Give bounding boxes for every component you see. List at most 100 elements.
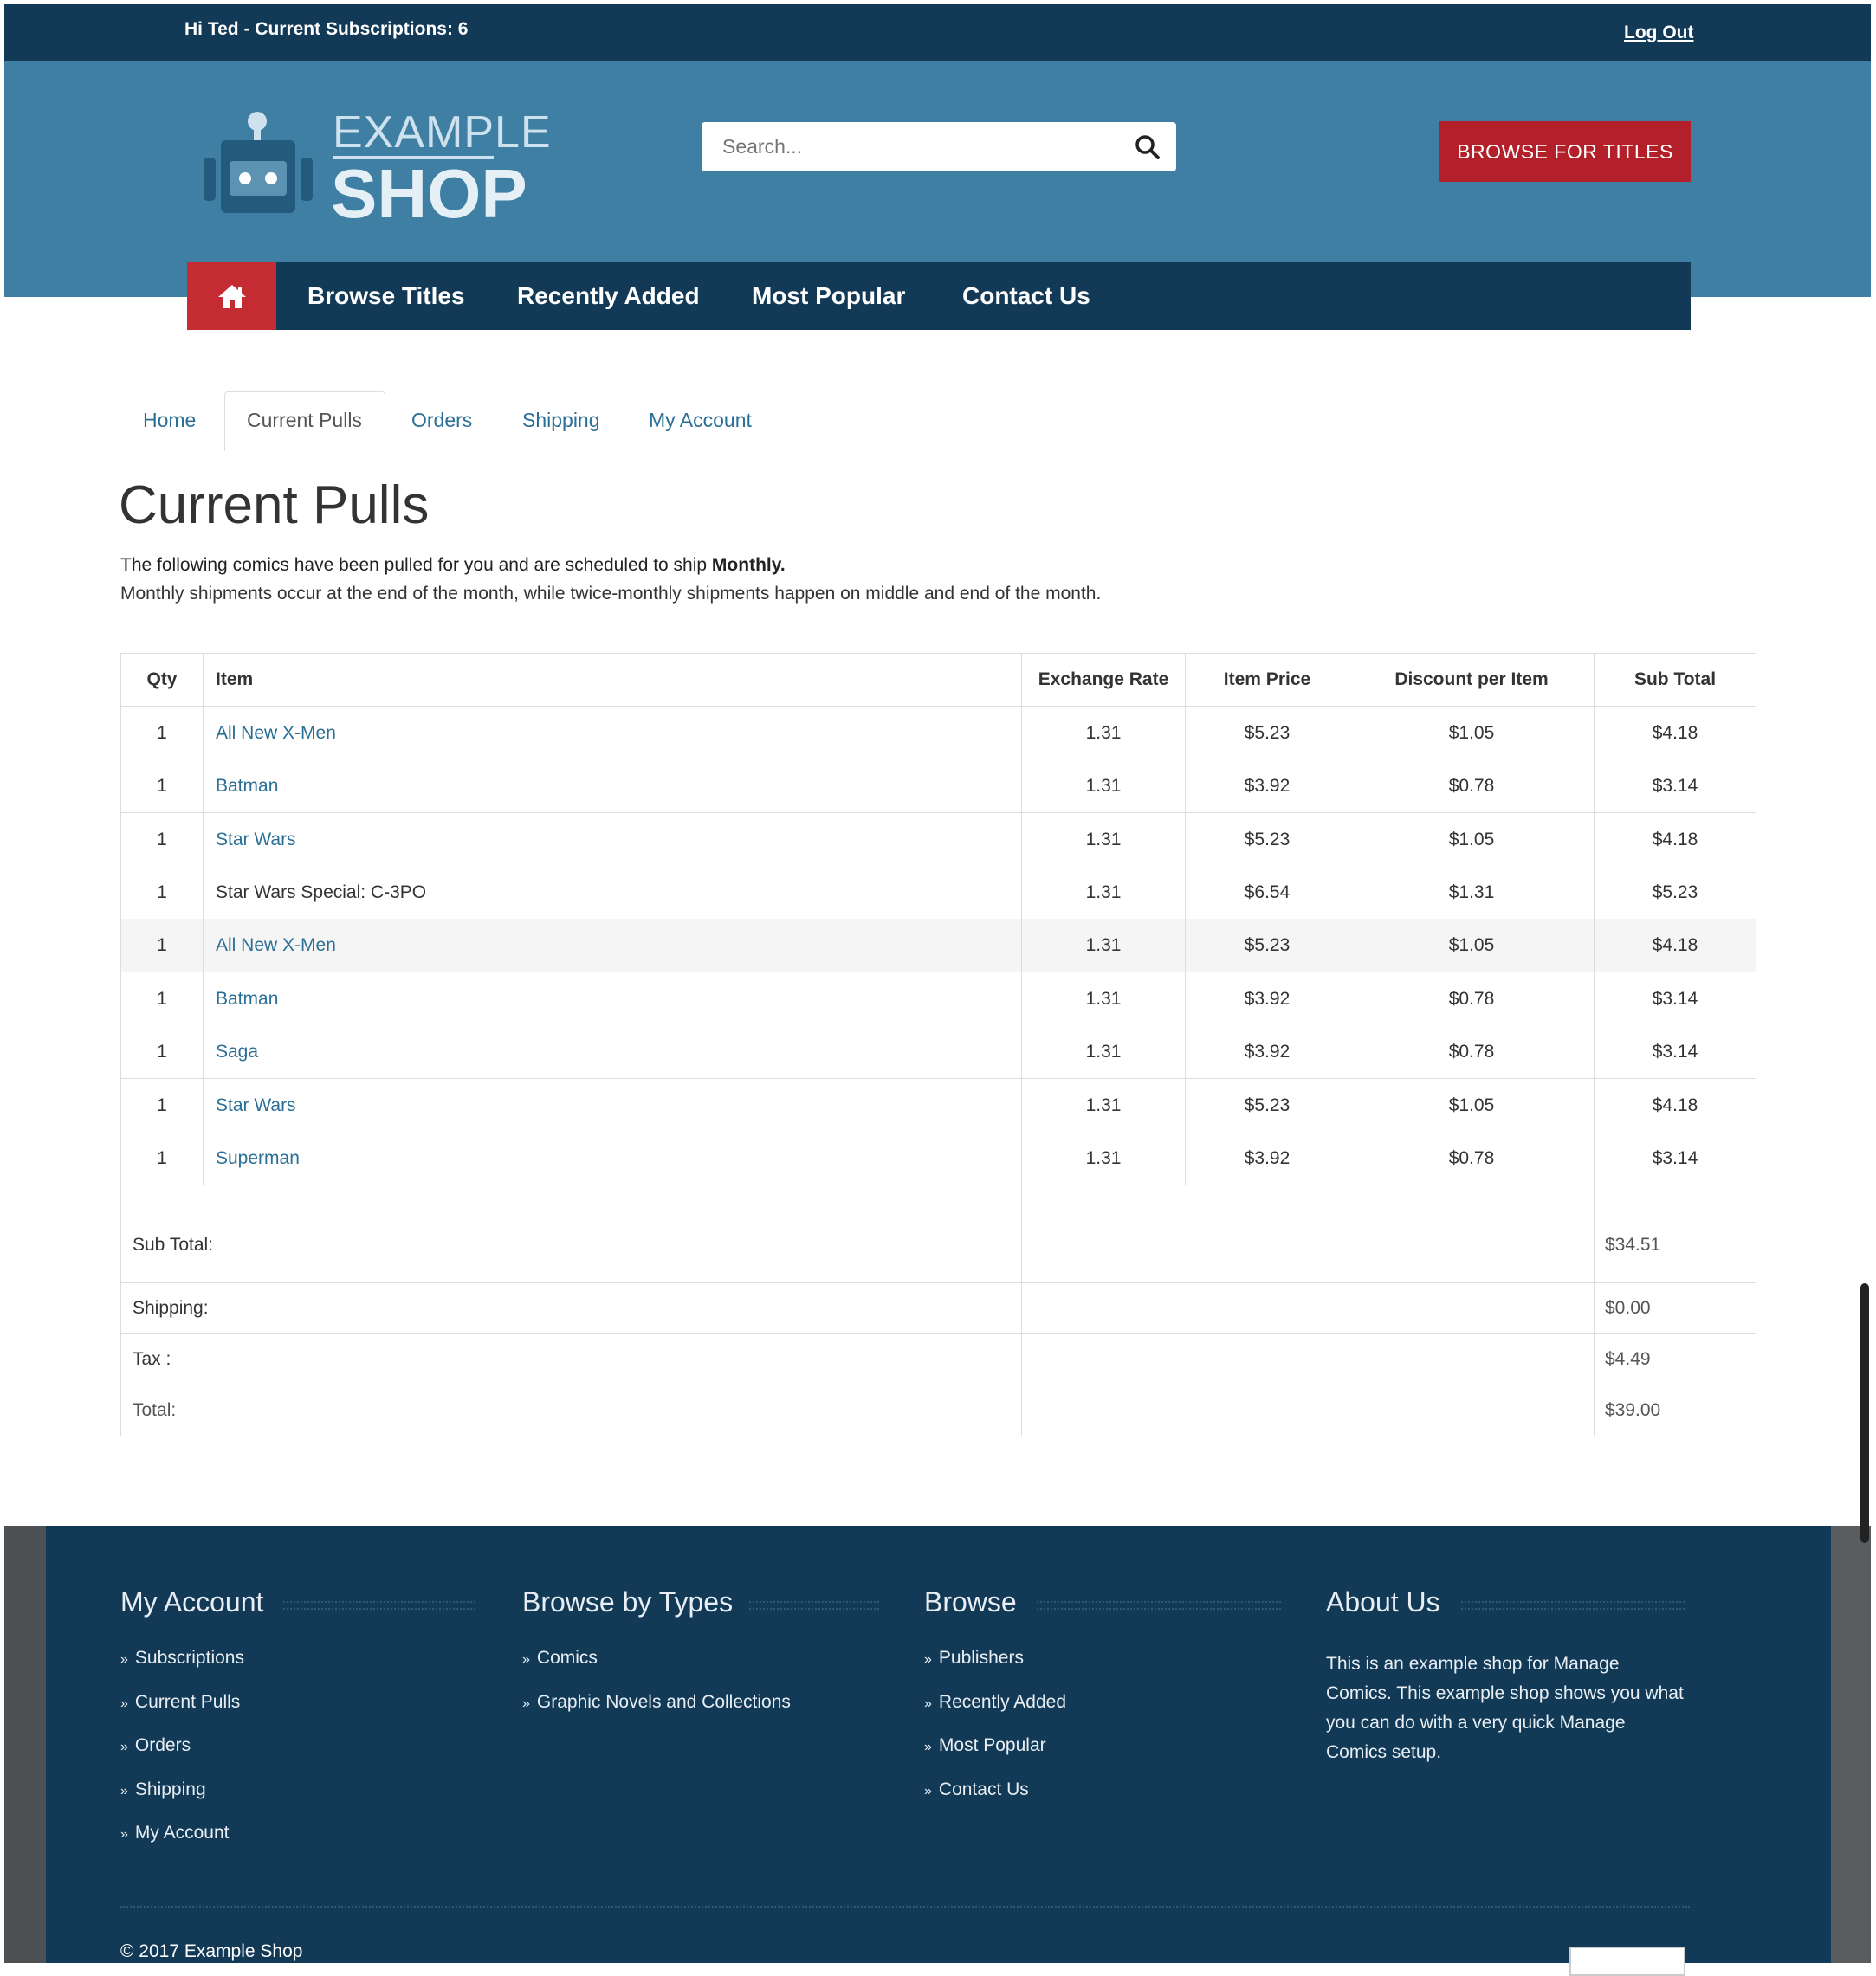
discount-cell: $0.78 [1349,1132,1595,1185]
item-link[interactable]: All New X-Men [203,706,1022,759]
table-row: 1 All New X-Men 1.31 $5.23 $1.05 $4.18 [120,706,1756,759]
rate-cell: 1.31 [1021,866,1186,919]
item-link[interactable]: Batman [203,759,1022,813]
footer-edge-shade [1831,1526,1871,1963]
search-input[interactable] [702,122,1109,171]
footer-link-subscriptions[interactable]: » Subscriptions [120,1648,244,1669]
tab-shipping[interactable]: Shipping [522,409,600,432]
footer-link-most-popular[interactable]: » Most Popular [924,1735,1046,1756]
item-link[interactable]: Star Wars [203,1078,1022,1132]
greeting-text: Hi Ted - Current Subscriptions: 6 [184,19,469,39]
pulls-table: Qty Item Exchange Rate Item Price Discou… [120,653,1756,1436]
robot-logo-icon[interactable] [204,111,313,215]
nav-recently-added[interactable]: Recently Added [517,262,700,330]
item-name: Star Wars Special: C-3PO [203,866,1022,919]
tab-my-account[interactable]: My Account [649,409,752,432]
qty-cell: 1 [120,759,204,813]
totals-row-subtotal: Sub Total: $34.51 [120,1185,1756,1283]
table-row: 1 Saga 1.31 $3.92 $0.78 $3.14 [120,1025,1756,1079]
price-cell: $3.92 [1185,759,1349,813]
nav-home-button[interactable] [187,262,276,330]
subtotal-cell: $3.14 [1594,972,1756,1025]
intro-line-2: Monthly shipments occur at the end of th… [120,584,1102,604]
footer-heading-rule [1461,1601,1685,1610]
price-cell: $3.92 [1185,1025,1349,1079]
header-subtotal: Sub Total [1594,653,1756,707]
footer-heading-rule [1037,1601,1281,1610]
table-row: 1 Batman 1.31 $3.92 $0.78 $3.14 [120,972,1756,1025]
subtotal-cell: $5.23 [1594,866,1756,919]
discount-cell: $1.31 [1349,866,1595,919]
rate-cell: 1.31 [1021,919,1186,972]
discount-cell: $1.05 [1349,812,1595,866]
about-us-text: This is an example shop for Manage Comic… [1326,1654,1684,1762]
footer-heading-rule [283,1601,475,1610]
footer-link-my-account[interactable]: » My Account [120,1823,229,1844]
footer-link-recently-added[interactable]: » Recently Added [924,1692,1066,1713]
price-cell: $5.23 [1185,1078,1349,1132]
item-link[interactable]: All New X-Men [203,919,1022,972]
rate-cell: 1.31 [1021,759,1186,813]
footer-link-graphic-novels[interactable]: » Graphic Novels and Collections [522,1692,791,1713]
discount-cell: $1.05 [1349,1078,1595,1132]
item-link[interactable]: Saga [203,1025,1022,1079]
rate-cell: 1.31 [1021,1025,1186,1079]
footer-link-current-pulls[interactable]: » Current Pulls [120,1692,240,1713]
search-icon[interactable] [1135,134,1161,160]
qty-cell: 1 [120,1078,204,1132]
intro-text: The following comics have been pulled fo… [120,555,712,575]
footer-link-orders[interactable]: » Orders [120,1735,191,1756]
subtotal-label: Sub Total: [120,1185,1022,1283]
tab-home[interactable]: Home [143,409,196,432]
browse-for-titles-button[interactable]: BROWSE FOR TITLES [1439,121,1691,182]
item-link[interactable]: Superman [203,1132,1022,1185]
header-qty: Qty [120,653,204,707]
item-link[interactable]: Batman [203,972,1022,1025]
totals-spacer [1021,1282,1595,1334]
scrollbar-thumb[interactable] [1860,1283,1869,1543]
price-cell: $5.23 [1185,706,1349,759]
totals-spacer [1021,1385,1595,1436]
price-cell: $3.92 [1185,1132,1349,1185]
price-cell: $5.23 [1185,812,1349,866]
total-value: $39.00 [1594,1385,1756,1436]
rate-cell: 1.31 [1021,812,1186,866]
table-row: 1 Star Wars Special: C-3PO 1.31 $6.54 $1… [120,866,1756,919]
table-row: 1 Superman 1.31 $3.92 $0.78 $3.14 [120,1132,1756,1185]
footer-link-publishers[interactable]: » Publishers [924,1648,1024,1669]
rate-cell: 1.31 [1021,972,1186,1025]
page-title: Current Pulls [119,475,430,535]
tab-orders[interactable]: Orders [411,409,472,432]
tab-current-pulls[interactable]: Current Pulls [247,409,362,432]
footer-link-shipping[interactable]: » Shipping [120,1779,206,1800]
shipping-label: Shipping: [120,1282,1022,1334]
subtotal-cell: $4.18 [1594,1078,1756,1132]
footer-link-comics[interactable]: » Comics [522,1648,598,1669]
totals-row-shipping: Shipping: $0.00 [120,1282,1756,1334]
subtotal-cell: $3.14 [1594,759,1756,813]
qty-cell: 1 [120,919,204,972]
qty-cell: 1 [120,706,204,759]
footer-edge-shade [4,1526,46,1963]
item-link[interactable]: Star Wars [203,812,1022,866]
nav-browse-titles[interactable]: Browse Titles [307,262,465,330]
subtotal-cell: $3.14 [1594,1025,1756,1079]
tax-value: $4.49 [1594,1333,1756,1385]
footer-heading-rule [749,1601,879,1610]
footer-heading-browse-types: Browse by Types [522,1586,734,1618]
footer-heading-about: About Us [1326,1586,1440,1618]
secured-badge [1569,1947,1685,1976]
table-row: 1 Star Wars 1.31 $5.23 $1.05 $4.18 [120,812,1756,866]
main-nav: Browse Titles Recently Added Most Popula… [187,262,1691,330]
header-item: Item [203,653,1022,707]
footer-link-contact-us[interactable]: » Contact Us [924,1779,1029,1800]
total-label: Total: [120,1385,1022,1436]
rate-cell: 1.31 [1021,706,1186,759]
tax-label: Tax : [120,1333,1022,1385]
nav-most-popular[interactable]: Most Popular [752,262,905,330]
qty-cell: 1 [120,972,204,1025]
home-icon [217,285,246,308]
nav-contact-us[interactable]: Contact Us [962,262,1090,330]
totals-row-tax: Tax : $4.49 [120,1333,1756,1385]
logout-link[interactable]: Log Out [1624,23,1693,43]
